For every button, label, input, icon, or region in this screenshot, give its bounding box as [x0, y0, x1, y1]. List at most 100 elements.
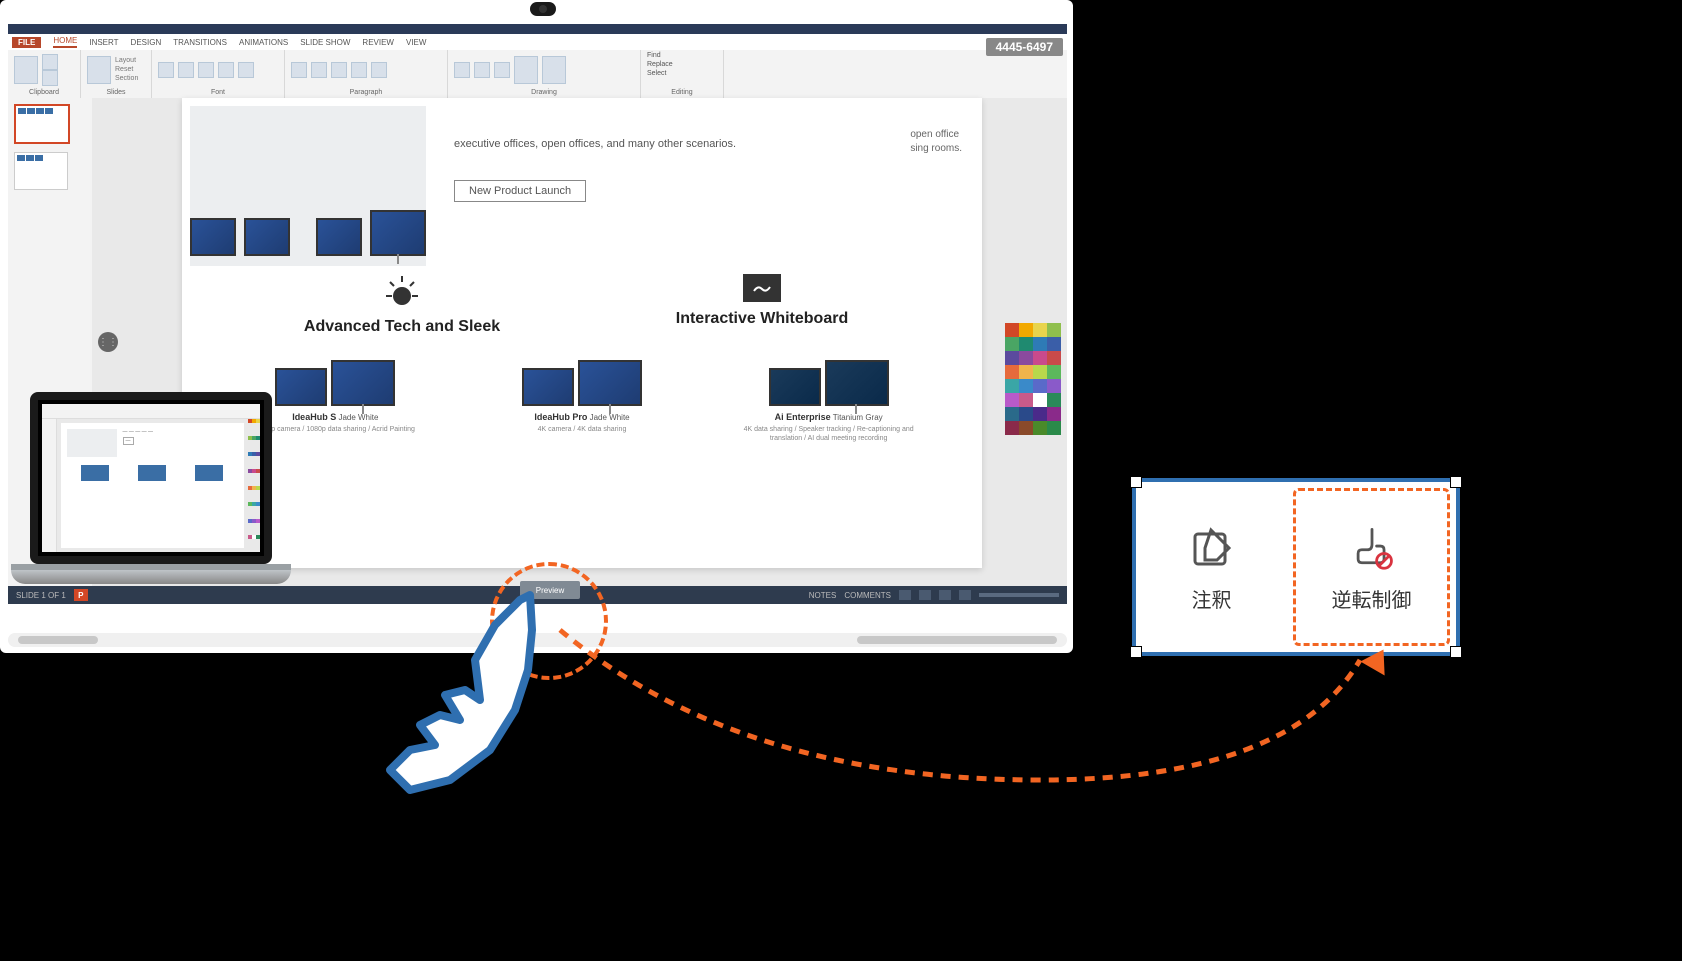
color-swatch[interactable]	[1019, 351, 1033, 365]
reading-view-icon[interactable]	[939, 590, 951, 600]
bottom-scrollbar-track[interactable]	[8, 633, 1067, 647]
color-swatch[interactable]	[1005, 407, 1019, 421]
tab-design[interactable]: DESIGN	[131, 38, 162, 47]
sorter-view-icon[interactable]	[919, 590, 931, 600]
color-swatch[interactable]	[1033, 421, 1047, 435]
slide-content[interactable]: open office sing rooms. executive office…	[182, 98, 982, 568]
color-swatch[interactable]	[1019, 407, 1033, 421]
color-swatch[interactable]	[1033, 407, 1047, 421]
ribbon-group-editing: FindReplaceSelectEditing	[641, 50, 724, 98]
color-swatch[interactable]	[1005, 365, 1019, 379]
new-slide-icon[interactable]	[87, 56, 111, 84]
color-swatch[interactable]	[1047, 323, 1061, 337]
bullets-icon[interactable]	[291, 62, 307, 78]
font-size-icon[interactable]	[238, 62, 254, 78]
slideshow-view-icon[interactable]	[959, 590, 971, 600]
new-product-launch-button[interactable]: New Product Launch	[454, 180, 586, 202]
reset-label[interactable]: Reset	[115, 65, 138, 74]
color-swatch[interactable]	[1005, 393, 1019, 407]
copy-icon[interactable]	[42, 70, 58, 86]
align-left-icon[interactable]	[331, 62, 347, 78]
lightbulb-icon	[380, 274, 424, 310]
laptop-mirror: — — — — ——	[8, 392, 293, 622]
color-swatch[interactable]	[1033, 365, 1047, 379]
italic-icon[interactable]	[178, 62, 194, 78]
shape-rect-icon[interactable]	[454, 62, 470, 78]
paste-icon[interactable]	[14, 56, 38, 84]
scrollbar-thumb-left[interactable]	[18, 636, 98, 644]
tab-insert[interactable]: INSERT	[89, 38, 118, 47]
floating-text: open office sing rooms.	[910, 128, 962, 156]
left-handle-icon[interactable]: ⋮⋮	[98, 332, 118, 352]
font-color-icon[interactable]	[218, 62, 234, 78]
color-swatch[interactable]	[1019, 421, 1033, 435]
floating-preview-button[interactable]: Preview	[520, 581, 580, 599]
section-label[interactable]: Section	[115, 74, 138, 83]
zoom-slider[interactable]	[979, 593, 1059, 597]
comments-button[interactable]: COMMENTS	[844, 591, 891, 600]
color-swatch[interactable]	[1019, 379, 1033, 393]
color-swatch[interactable]	[1047, 379, 1061, 393]
body-text: executive offices, open offices, and man…	[454, 138, 962, 150]
color-swatch[interactable]	[1005, 351, 1019, 365]
color-swatch[interactable]	[1033, 323, 1047, 337]
timestamp-badge: 4445-6497	[986, 38, 1063, 56]
color-swatch[interactable]	[1019, 393, 1033, 407]
color-swatch[interactable]	[1005, 379, 1019, 393]
ribbon-toolbar: Clipboard LayoutResetSectionSlides Font …	[8, 50, 1067, 99]
tab-home[interactable]: HOME	[53, 36, 77, 48]
bold-icon[interactable]	[158, 62, 174, 78]
tab-review[interactable]: REVIEW	[362, 38, 394, 47]
color-swatch[interactable]	[1033, 379, 1047, 393]
color-swatch[interactable]	[1047, 421, 1061, 435]
tab-file[interactable]: FILE	[12, 37, 41, 48]
slide-thumbnail-2[interactable]	[14, 152, 68, 190]
slide-thumbnail-1[interactable]	[14, 104, 70, 144]
color-swatch[interactable]	[1047, 365, 1061, 379]
color-swatch[interactable]	[1047, 393, 1061, 407]
tab-slideshow[interactable]: SLIDE SHOW	[300, 38, 350, 47]
color-palette[interactable]	[1005, 323, 1065, 435]
quick-styles-icon[interactable]	[542, 56, 566, 84]
color-swatch[interactable]	[1047, 337, 1061, 351]
layout-label[interactable]: Layout	[115, 56, 138, 65]
underline-icon[interactable]	[198, 62, 214, 78]
color-swatch[interactable]	[1005, 421, 1019, 435]
popup-callout: 注釈 逆転制御	[1132, 478, 1460, 656]
color-swatch[interactable]	[1047, 351, 1061, 365]
find-button[interactable]: Find	[647, 52, 661, 59]
shape-oval-icon[interactable]	[474, 62, 490, 78]
reverse-control-option[interactable]: 逆転制御	[1293, 488, 1450, 646]
hero-image	[190, 106, 426, 266]
color-swatch[interactable]	[1033, 351, 1047, 365]
tab-view[interactable]: VIEW	[406, 38, 426, 47]
tab-animations[interactable]: ANIMATIONS	[239, 38, 288, 47]
ribbon-group-paragraph: Paragraph	[285, 50, 448, 98]
color-swatch[interactable]	[1047, 407, 1061, 421]
color-swatch[interactable]	[1019, 323, 1033, 337]
color-swatch[interactable]	[1019, 337, 1033, 351]
align-right-icon[interactable]	[371, 62, 387, 78]
cut-icon[interactable]	[42, 54, 58, 70]
color-swatch[interactable]	[1005, 337, 1019, 351]
ribbon-group-clipboard: Clipboard	[8, 50, 81, 98]
ribbon-group-font: Font	[152, 50, 285, 98]
shape-arrow-icon[interactable]	[494, 62, 510, 78]
scrollbar-thumb-right[interactable]	[857, 636, 1057, 644]
ribbon-tabs: FILE HOME INSERT DESIGN TRANSITIONS ANIM…	[8, 34, 1067, 50]
color-swatch[interactable]	[1033, 393, 1047, 407]
color-swatch[interactable]	[1005, 323, 1019, 337]
tab-transitions[interactable]: TRANSITIONS	[173, 38, 227, 47]
notes-button[interactable]: NOTES	[809, 591, 837, 600]
select-button[interactable]: Select	[647, 70, 666, 77]
color-swatch[interactable]	[1019, 365, 1033, 379]
arrange-icon[interactable]	[514, 56, 538, 84]
align-center-icon[interactable]	[351, 62, 367, 78]
annotate-option[interactable]: 注釈	[1136, 482, 1287, 652]
color-swatch[interactable]	[1033, 337, 1047, 351]
replace-button[interactable]: Replace	[647, 61, 673, 68]
product-2: IdeaHub Pro Jade White 4K camera / 4K da…	[492, 346, 672, 443]
feature-tech: Advanced Tech and Sleek	[282, 274, 522, 336]
normal-view-icon[interactable]	[899, 590, 911, 600]
numbering-icon[interactable]	[311, 62, 327, 78]
